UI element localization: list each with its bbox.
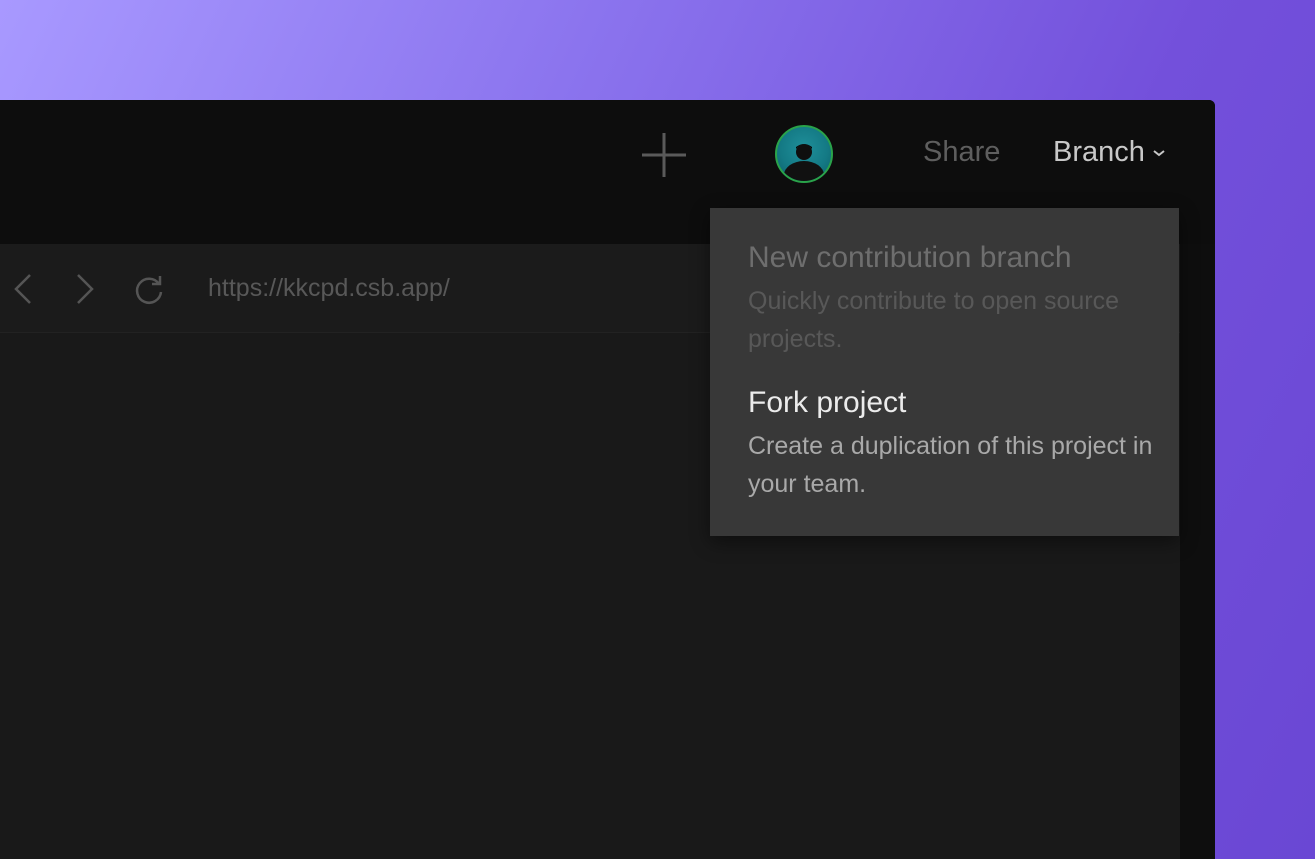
menu-item-new-contribution-branch[interactable]: New contribution branch Quickly contribu… (748, 240, 1158, 358)
branch-label: Branch (1053, 136, 1145, 168)
branch-button[interactable]: Branch (1053, 136, 1167, 169)
reload-button[interactable] (132, 272, 166, 306)
forward-button[interactable] (68, 272, 102, 306)
menu-item-fork-project[interactable]: Fork project Create a duplication of thi… (748, 385, 1158, 503)
add-button[interactable] (639, 130, 689, 180)
menu-item-title: Fork project (748, 386, 907, 419)
chevron-right-icon (77, 274, 94, 304)
chevron-down-icon (1153, 149, 1165, 156)
share-button[interactable]: Share (923, 136, 1000, 169)
reload-icon (135, 276, 163, 304)
branch-dropdown-menu: New contribution branch Quickly contribu… (710, 208, 1179, 536)
chevron-left-icon (14, 274, 31, 304)
menu-item-title: New contribution branch (748, 241, 1072, 274)
plus-icon (642, 133, 686, 177)
back-button[interactable] (6, 272, 40, 306)
user-avatar[interactable] (775, 125, 833, 183)
url-field[interactable]: https://kkcpd.csb.app/ (208, 274, 450, 303)
avatar-image (784, 144, 824, 181)
menu-item-description: Create a duplication of this project in … (748, 432, 1153, 498)
menu-item-description: Quickly contribute to open source projec… (748, 287, 1120, 353)
